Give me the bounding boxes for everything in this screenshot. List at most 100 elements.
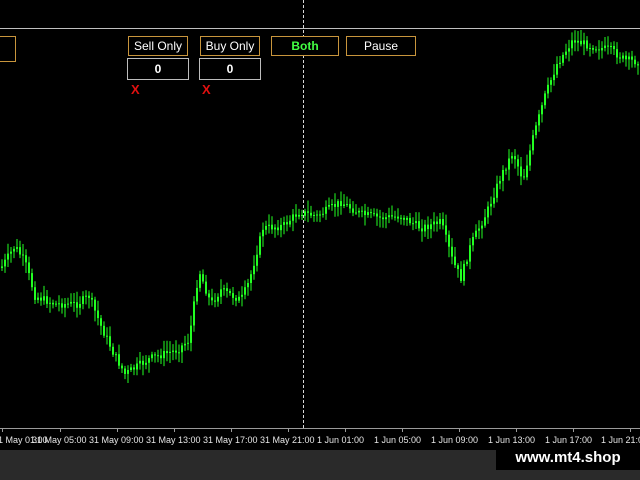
time-label: 1 Jun 17:00 [545, 435, 593, 445]
sell-only-button[interactable]: Sell Only [128, 36, 188, 56]
candle-body [73, 301, 75, 303]
candle-body [130, 367, 132, 370]
candle-body [178, 352, 180, 354]
buy-only-button[interactable]: Buy Only [200, 36, 260, 56]
candle-body [337, 201, 339, 207]
candle-body [109, 336, 111, 347]
candle-body [181, 345, 183, 353]
candle-body [547, 84, 549, 94]
candle-body [286, 222, 288, 225]
time-label: 31 May 05:00 [32, 435, 87, 445]
candle-body [622, 55, 624, 59]
candle-body [106, 335, 108, 337]
candle-body [13, 248, 15, 252]
candle-body [313, 215, 315, 216]
candle-body [169, 351, 171, 353]
candle-body [247, 283, 249, 288]
candle-body [46, 296, 48, 304]
candle-body [304, 211, 306, 216]
candle-body [55, 303, 57, 305]
time-tick [573, 428, 574, 432]
candle-body [112, 346, 114, 355]
candle-body [118, 354, 120, 366]
candle-body [91, 297, 93, 300]
candle-body [319, 214, 321, 216]
candle-body [289, 220, 291, 225]
candle-body [556, 64, 558, 75]
time-axis-line [0, 428, 640, 429]
candle-body [475, 230, 477, 237]
candle-body [244, 287, 246, 295]
both-button[interactable]: Both [271, 36, 339, 56]
candle-body [64, 304, 66, 308]
candle-body [562, 54, 564, 63]
candle-body [448, 234, 450, 247]
candle-body [388, 215, 390, 218]
candle-body [559, 62, 561, 64]
candle-body [208, 293, 210, 298]
candle-body [85, 295, 87, 297]
candle-body [139, 360, 141, 364]
candle-body [634, 59, 636, 65]
candle-body [79, 304, 81, 308]
candle-body [184, 343, 186, 346]
candle-body [40, 297, 42, 301]
candle-body [379, 216, 381, 218]
candle-body [88, 295, 90, 298]
candle-body [520, 166, 522, 177]
time-tick [2, 428, 3, 432]
time-tick [345, 428, 346, 432]
candle-body [511, 156, 513, 159]
candle-body [574, 40, 576, 43]
panel-left-partial-button[interactable] [0, 36, 16, 62]
candle-body [205, 281, 207, 294]
candle-body [580, 40, 582, 45]
candle-body [28, 262, 30, 274]
candle-body [550, 80, 552, 85]
candle-body [325, 206, 327, 214]
candle-body [625, 55, 627, 60]
candle-body [454, 256, 456, 266]
candle-body [214, 300, 216, 302]
candle-body [628, 56, 630, 60]
time-label: 31 May 21:00 [260, 435, 315, 445]
candle-body [94, 299, 96, 311]
candle-body [31, 273, 33, 288]
sell-close-icon[interactable]: X [131, 82, 140, 97]
candle-body [553, 74, 555, 81]
candle-body [67, 303, 69, 305]
candle-body [412, 223, 414, 225]
candle-body [211, 297, 213, 301]
price-chart[interactable]: Sell Only Buy Only Both Pause 0 0 X X 1 … [0, 0, 640, 480]
candle-body [229, 291, 231, 294]
candle-body [310, 212, 312, 216]
pause-button[interactable]: Pause [346, 36, 416, 56]
candle-body [385, 217, 387, 220]
time-tick [60, 428, 61, 432]
candle-body [10, 251, 12, 254]
candle-body [430, 224, 432, 230]
time-label: 31 May 13:00 [146, 435, 201, 445]
candle-body [469, 245, 471, 262]
candle-body [463, 263, 465, 281]
candle-body [316, 214, 318, 216]
candle-body [538, 114, 540, 126]
candle-body [616, 49, 618, 58]
candle-body [415, 221, 417, 224]
candle-body [121, 365, 123, 369]
buy-close-icon[interactable]: X [202, 82, 211, 97]
candle-body [250, 274, 252, 283]
candle-body [601, 48, 603, 51]
candle-body [172, 350, 174, 352]
candle-body [226, 288, 228, 291]
candle-body [22, 254, 24, 256]
candle-body [1, 266, 3, 268]
candle-body [4, 259, 6, 267]
candle-body [49, 302, 51, 304]
candle-body [82, 296, 84, 304]
candle-body [298, 214, 300, 217]
candle-body [406, 217, 408, 220]
time-label: 1 Jun 01:00 [317, 435, 365, 445]
time-tick [117, 428, 118, 432]
candle-body [280, 224, 282, 231]
